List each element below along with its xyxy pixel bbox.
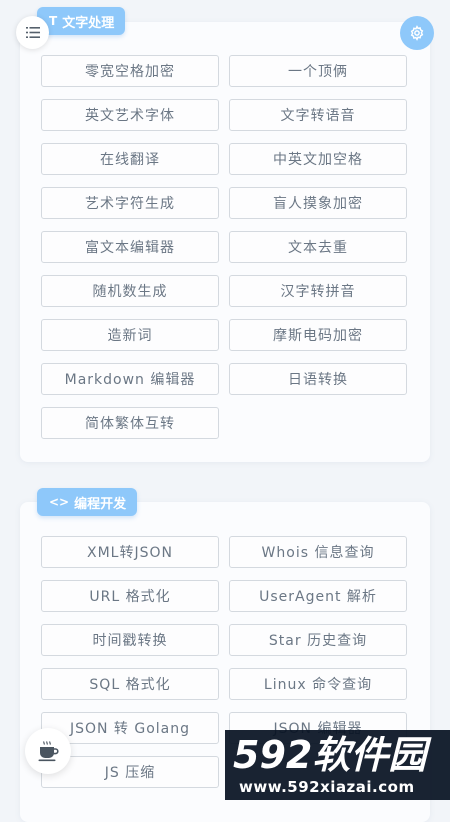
menu-icon (25, 27, 40, 38)
tool-button[interactable]: UserAgent 解析 (229, 580, 407, 612)
tool-button[interactable]: Star 历史查询 (229, 624, 407, 656)
tool-button[interactable]: 时间戳转换 (41, 624, 219, 656)
section-title: 编程开发 (74, 496, 127, 512)
tool-button[interactable]: 简体繁体互转 (41, 407, 219, 439)
tool-button[interactable]: 盲人摸象加密 (229, 187, 407, 219)
tool-button[interactable]: 造新词 (41, 319, 219, 351)
tool-button[interactable]: Whois 信息查询 (229, 536, 407, 568)
watermark-url: www.592xiazai.com (239, 778, 415, 796)
tool-button[interactable]: Markdown 编辑器 (41, 363, 219, 395)
tool-button[interactable]: 中英文加空格 (229, 143, 407, 175)
tool-button[interactable]: 艺术字符生成 (41, 187, 219, 219)
tool-button[interactable]: 富文本编辑器 (41, 231, 219, 263)
tool-button[interactable]: 日语转换 (229, 363, 407, 395)
text-icon: T (49, 14, 58, 28)
tool-button[interactable]: XML转JSON (41, 536, 219, 568)
section-tag-text-processing: T 文字处理 (37, 7, 126, 35)
section-tag-programming: <> 编程开发 (37, 488, 138, 516)
section-title: 文字处理 (62, 15, 115, 31)
tool-button[interactable]: 摩斯电码加密 (229, 319, 407, 351)
tool-button[interactable]: SQL 格式化 (41, 668, 219, 700)
tool-button[interactable]: 一个顶俩 (229, 55, 407, 87)
tool-button[interactable]: 汉字转拼音 (229, 275, 407, 307)
tool-button[interactable]: 文本去重 (229, 231, 407, 263)
tool-button[interactable]: 在线翻译 (41, 143, 219, 175)
watermark-logo: 592软件园 (233, 733, 427, 777)
coffee-icon (38, 741, 59, 762)
tool-button[interactable]: 零宽空格加密 (41, 55, 219, 87)
gear-icon (410, 25, 424, 41)
menu-button[interactable] (16, 16, 49, 49)
settings-button[interactable] (400, 16, 434, 50)
watermark: 592软件园 www.592xiazai.com (225, 730, 450, 800)
tool-button[interactable]: 英文艺术字体 (41, 99, 219, 131)
tool-button[interactable]: URL 格式化 (41, 580, 219, 612)
tool-button[interactable]: Linux 命令查询 (229, 668, 407, 700)
coffee-button[interactable] (25, 728, 71, 774)
code-icon: <> (49, 495, 70, 509)
tool-button[interactable]: 随机数生成 (41, 275, 219, 307)
tool-button[interactable]: 文字转语音 (229, 99, 407, 131)
